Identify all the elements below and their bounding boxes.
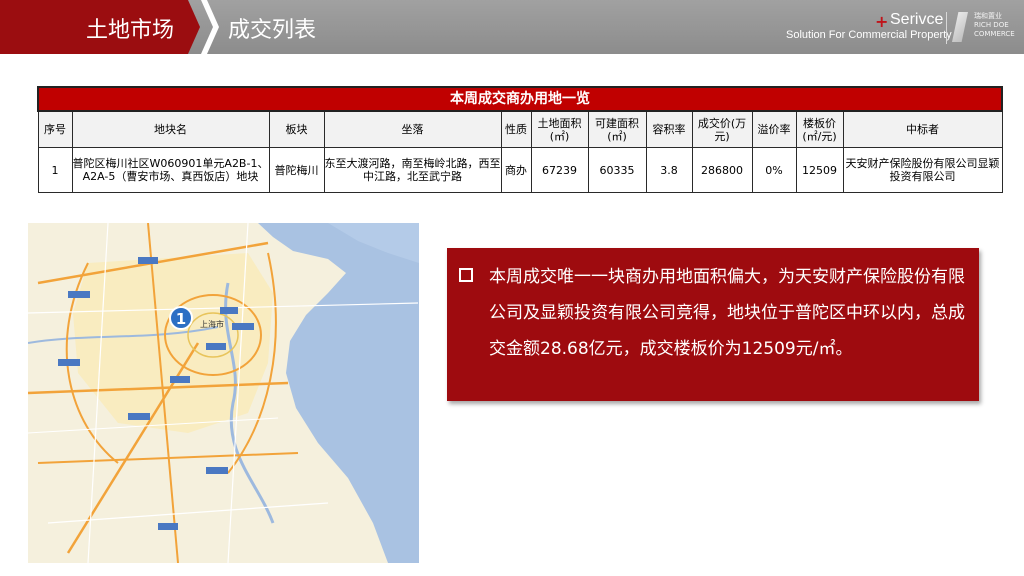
table-row: 1 普陀区梅川社区W060901单元A2B-1、A2A-5（曹安市场、真西饭店）…: [37, 147, 1003, 193]
chevron-right-icon: [201, 0, 219, 54]
brand-logo: + Serivce Solution For Commercial Proper…: [782, 10, 1015, 46]
deal-table: 本周成交商办用地一览 序号 地块名 板块 坐落 性质 土地面积(㎡) 可建面积(…: [36, 86, 1004, 193]
header-bar: 土地市场 成交列表 + Serivce Solution For Commerc…: [0, 0, 1024, 54]
column-header: 成交价(万元): [691, 110, 753, 148]
column-header: 容积率: [645, 110, 693, 148]
cell-premium: 0%: [751, 147, 797, 193]
column-header: 地块名: [71, 110, 270, 148]
cell-price: 286800: [691, 147, 753, 193]
cell-location: 东至大渡河路，南至梅岭北路，西至中江路，北至武宁路: [323, 147, 502, 193]
cell-plot-ratio: 3.8: [645, 147, 693, 193]
location-map: 上海市 1: [28, 223, 419, 563]
table-title: 本周成交商办用地一览: [36, 86, 1004, 112]
cell-winner: 天安财产保险股份有限公司显颖投资有限公司: [842, 147, 1003, 193]
table-title-row: 本周成交商办用地一览: [36, 86, 1004, 112]
map-marker-label: 1: [176, 310, 186, 328]
cell-index: 1: [37, 147, 73, 193]
column-header: 楼板价(㎡/元): [795, 110, 844, 148]
table-header-row: 序号 地块名 板块 坐落 性质 土地面积(㎡) 可建面积(㎡) 容积率 成交价(…: [37, 110, 1003, 148]
brand-tagline: Solution For Commercial Property: [786, 29, 952, 41]
cell-type: 商办: [500, 147, 532, 193]
cell-land-area: 67239: [530, 147, 589, 193]
map-city-label: 上海市: [200, 319, 224, 329]
brand-name: Serivce: [890, 11, 944, 28]
cell-buildable-area: 60335: [587, 147, 647, 193]
cell-floor-price: 12509: [795, 147, 844, 193]
section-tab: 土地市场: [0, 0, 200, 54]
column-header: 坐落: [323, 110, 502, 148]
column-header: 序号: [37, 110, 73, 148]
column-header: 溢价率: [751, 110, 797, 148]
page-title: 成交列表: [228, 18, 317, 43]
brand-divider: [946, 12, 947, 44]
column-header: 性质: [500, 110, 532, 148]
summary-note: 本周成交唯一一块商办用地面积偏大，为天安财产保险股份有限公司及显颖投资有限公司竞…: [447, 248, 979, 401]
map-marker-pin-icon[interactable]: 1: [169, 306, 193, 330]
map-graphic: 上海市 1: [28, 223, 419, 563]
column-header: 可建面积(㎡): [587, 110, 647, 148]
cell-district: 普陀梅川: [268, 147, 325, 193]
brand-cn: 瑞和置业 RICH DOE COMMERCE: [974, 12, 1015, 38]
square-bullet-icon: [459, 268, 473, 282]
column-header: 中标者: [842, 110, 1003, 148]
cell-name: 普陀区梅川社区W060901单元A2B-1、A2A-5（曹安市场、真西饭店）地块: [71, 147, 270, 193]
summary-text: 本周成交唯一一块商办用地面积偏大，为天安财产保险股份有限公司及显颖投资有限公司竞…: [489, 267, 965, 359]
section-title: 土地市场: [86, 18, 175, 43]
company-logo-icon: [952, 12, 968, 42]
column-header: 土地面积(㎡): [530, 110, 589, 148]
column-header: 板块: [268, 110, 325, 148]
